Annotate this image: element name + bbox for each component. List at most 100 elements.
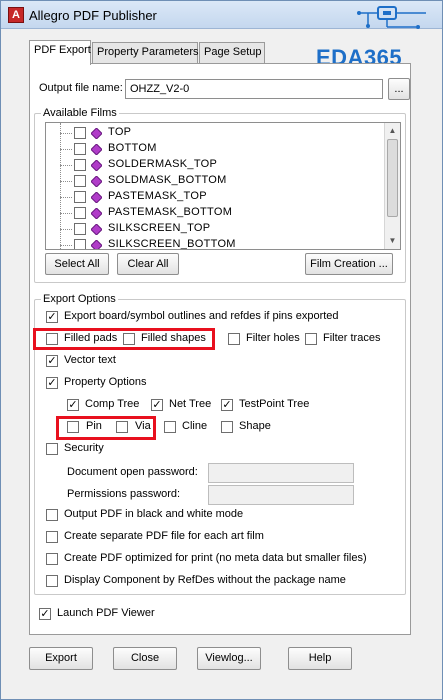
film-checkbox[interactable] <box>74 127 86 139</box>
diamond-icon <box>91 208 102 219</box>
viewlog-button[interactable]: Viewlog... <box>197 647 261 670</box>
checkbox-box[interactable]: ✓ <box>151 399 163 411</box>
output-file-label: Output file name: <box>39 82 123 94</box>
film-name: SOLDERMASK_TOP <box>108 158 218 170</box>
checkbox-label: Filled pads <box>64 332 118 344</box>
film-checkbox[interactable] <box>74 175 86 187</box>
checkbox-box[interactable] <box>305 333 317 345</box>
film-checkbox[interactable] <box>74 239 86 249</box>
checkbox-label: Create PDF optimized for print (no meta … <box>64 552 367 564</box>
checkbox-box[interactable]: ✓ <box>39 608 51 620</box>
tree-branch <box>60 149 72 150</box>
checkbox-label: Property Options <box>64 376 147 388</box>
scroll-thumb[interactable] <box>387 139 398 217</box>
checkbox-label: Output PDF in black and white mode <box>64 508 244 520</box>
doc-open-password-field[interactable] <box>208 463 354 483</box>
pdf-publisher-window: A Allegro PDF Publisher EDA365 PDF Expor… <box>0 0 443 700</box>
checkbox-label: Cline <box>182 420 208 432</box>
film-checkbox[interactable] <box>74 207 86 219</box>
available-films-title: Available Films <box>41 107 119 119</box>
doc-open-password-label: Document open password: <box>67 466 198 478</box>
film-name: TOP <box>108 126 132 138</box>
checkbox-box[interactable] <box>46 333 58 345</box>
brand-logo: EDA365 <box>316 5 434 70</box>
checkbox-box[interactable]: ✓ <box>221 399 233 411</box>
permissions-password-field[interactable] <box>208 485 354 505</box>
checkbox-label: Comp Tree <box>85 398 140 410</box>
output-file-input[interactable] <box>125 79 383 99</box>
checkbox-box[interactable] <box>67 421 79 433</box>
films-list[interactable]: TOP BOTTOM SOLDERMASK_TOP SOLDMASK_BOTTO… <box>45 122 401 250</box>
checkbox-box[interactable] <box>164 421 176 433</box>
tree-branch <box>60 229 72 230</box>
checkbox-box[interactable] <box>123 333 135 345</box>
tree-branch <box>60 181 72 182</box>
film-checkbox[interactable] <box>74 191 86 203</box>
film-name: SOLDMASK_BOTTOM <box>108 174 227 186</box>
export-button[interactable]: Export <box>29 647 93 670</box>
tree-branch <box>60 133 72 134</box>
film-item[interactable]: PASTEMASK_BOTTOM <box>46 205 386 221</box>
checkbox-box[interactable] <box>46 553 58 565</box>
tab-pdf-export[interactable]: PDF Export <box>29 40 91 65</box>
diamond-icon <box>91 240 102 249</box>
checkbox-label: Filter traces <box>323 332 381 344</box>
film-name: PASTEMASK_BOTTOM <box>108 206 233 218</box>
film-item[interactable]: SILKSCREEN_BOTTOM <box>46 237 386 249</box>
checkbox-label: Filter holes <box>246 332 300 344</box>
film-checkbox[interactable] <box>74 143 86 155</box>
checkbox-box[interactable] <box>46 509 58 521</box>
checkbox-box[interactable] <box>46 531 58 543</box>
film-item[interactable]: SOLDERMASK_TOP <box>46 157 386 173</box>
window-title: Allegro PDF Publisher <box>29 8 157 23</box>
film-item[interactable]: SOLDMASK_BOTTOM <box>46 173 386 189</box>
film-item[interactable]: PASTEMASK_TOP <box>46 189 386 205</box>
checkbox-label: Vector text <box>64 354 116 366</box>
checkbox-label: Via <box>135 420 151 432</box>
checkbox-box[interactable] <box>221 421 233 433</box>
diamond-icon <box>91 144 102 155</box>
permissions-password-label: Permissions password: <box>67 488 181 500</box>
film-item[interactable]: TOP <box>46 125 386 141</box>
checkbox-label: Launch PDF Viewer <box>57 607 155 619</box>
checkbox-box[interactable]: ✓ <box>67 399 79 411</box>
film-item[interactable]: BOTTOM <box>46 141 386 157</box>
close-button[interactable]: Close <box>113 647 177 670</box>
tree-branch <box>60 245 72 246</box>
tree-branch <box>60 197 72 198</box>
checkbox-label: Shape <box>239 420 271 432</box>
tree-branch <box>60 213 72 214</box>
film-name: BOTTOM <box>108 142 157 154</box>
select-all-button[interactable]: Select All <box>45 253 109 275</box>
film-item[interactable]: SILKSCREEN_TOP <box>46 221 386 237</box>
diamond-icon <box>91 176 102 187</box>
film-name: PASTEMASK_TOP <box>108 190 207 202</box>
film-checkbox[interactable] <box>74 223 86 235</box>
diamond-icon <box>91 160 102 171</box>
checkbox-label: Create separate PDF file for each art fi… <box>64 530 264 542</box>
checkbox-label: Net Tree <box>169 398 212 410</box>
checkbox-box[interactable] <box>46 575 58 587</box>
tab-property-parameters[interactable]: Property Parameters <box>92 42 198 64</box>
checkbox-box[interactable] <box>116 421 128 433</box>
scroll-up-icon[interactable]: ▲ <box>385 123 400 138</box>
clear-all-button[interactable]: Clear All <box>117 253 179 275</box>
tree-branch <box>60 165 72 166</box>
tab-page-setup[interactable]: Page Setup <box>199 42 265 64</box>
checkbox-label: TestPoint Tree <box>239 398 310 410</box>
diamond-icon <box>91 224 102 235</box>
checkbox-box[interactable] <box>46 443 58 455</box>
diamond-icon <box>91 128 102 139</box>
film-creation-button[interactable]: Film Creation ... <box>305 253 393 275</box>
checkbox-box[interactable]: ✓ <box>46 377 58 389</box>
browse-button[interactable]: ... <box>388 78 410 100</box>
scroll-down-icon[interactable]: ▼ <box>385 233 400 248</box>
checkbox-label: Display Component by RefDes without the … <box>64 574 346 586</box>
help-button[interactable]: Help <box>288 647 352 670</box>
films-scrollbar[interactable]: ▲ ▼ <box>384 123 400 249</box>
film-checkbox[interactable] <box>74 159 86 171</box>
checkbox-box[interactable]: ✓ <box>46 355 58 367</box>
checkbox-box[interactable] <box>228 333 240 345</box>
checkbox-label: Pin <box>86 420 102 432</box>
checkbox-box[interactable]: ✓ <box>46 311 58 323</box>
